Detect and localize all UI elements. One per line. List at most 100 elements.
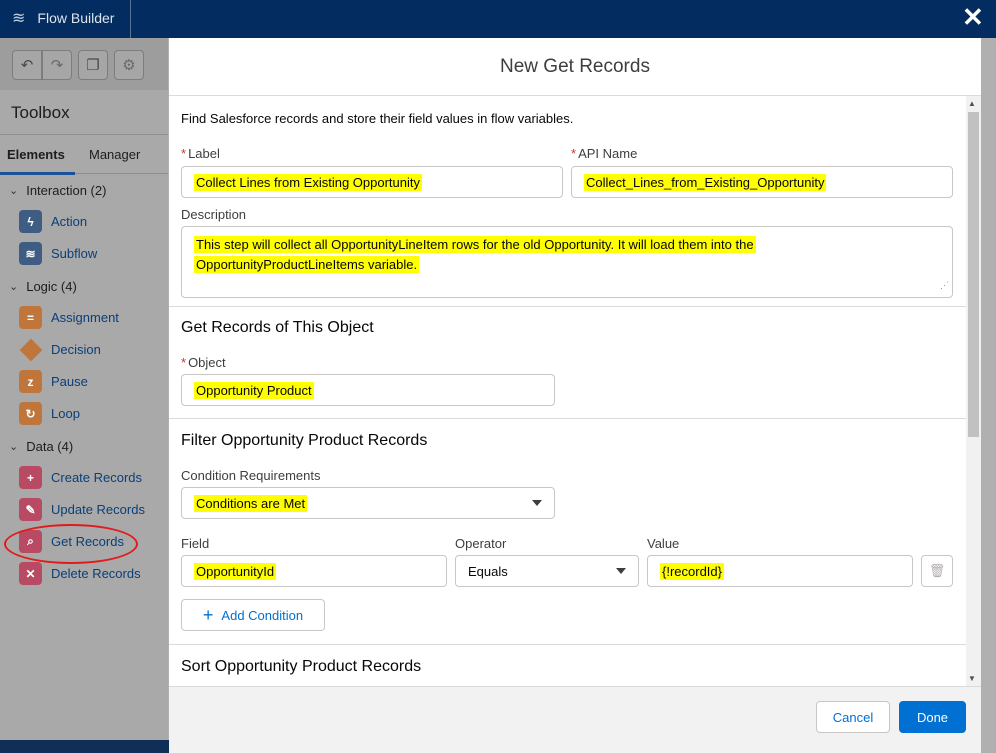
condition-requirements-label: Condition Requirements — [181, 468, 321, 483]
required-marker: * — [181, 355, 187, 370]
undo-button[interactable]: ↶ — [12, 50, 42, 80]
add-condition-button[interactable]: + Add Condition — [181, 599, 325, 631]
chevron-down-icon: ⌄ — [9, 281, 19, 293]
canvas-toolbar: ↶ ↷ ❐ ⚙ — [0, 38, 168, 90]
flow-logo-icon: ≋ — [12, 10, 26, 27]
modal-header: New Get Records — [169, 38, 981, 96]
copy-button[interactable]: ❐ — [78, 50, 108, 80]
scroll-up-icon[interactable]: ▲ — [968, 99, 976, 108]
required-marker: * — [181, 146, 187, 161]
tab-manager[interactable]: Manager — [89, 147, 140, 162]
toolbox-tabs: Elements Manager — [0, 134, 168, 175]
gear-icon: ⚙ — [122, 57, 136, 74]
decision-icon — [19, 338, 42, 361]
section-divider — [169, 644, 966, 645]
condition-requirements-value: Conditions are Met — [194, 494, 308, 512]
delete-condition-button[interactable]: 🗑 — [921, 555, 953, 587]
description-field-label: Description — [181, 207, 247, 222]
redo-button[interactable]: ↷ — [42, 50, 72, 80]
condition-value-input[interactable]: {!recordId} — [647, 555, 913, 587]
done-button[interactable]: Done — [899, 701, 966, 733]
condition-field-value: OpportunityId — [194, 562, 277, 580]
section-divider — [169, 418, 966, 419]
update-records-icon: ✎ — [19, 498, 42, 521]
label-value: Collect Lines from Existing Opportunity — [194, 173, 422, 191]
field-column-label: Field — [181, 536, 210, 551]
add-condition-label: Add Condition — [221, 607, 304, 623]
chevron-down-icon: ⌄ — [9, 185, 19, 197]
toolbox-panel: Toolbox Elements Manager ⌄ Interaction (… — [0, 90, 168, 753]
subflow-icon: ≋ — [19, 242, 42, 265]
modal-footer: Cancel Done — [169, 686, 981, 753]
value-column-label: Value — [647, 536, 680, 551]
copy-icon: ❐ — [86, 57, 100, 74]
element-update-records[interactable]: ✎ Update Records — [19, 498, 145, 521]
element-label: Create Records — [51, 470, 143, 485]
label-field-label: * Label — [181, 146, 220, 161]
group-logic[interactable]: ⌄ Logic (4) — [9, 279, 77, 294]
element-label: Decision — [51, 342, 101, 357]
tab-elements[interactable]: Elements — [7, 147, 65, 162]
undo-icon: ↶ — [20, 57, 34, 74]
scrollbar-thumb[interactable] — [968, 112, 979, 437]
description-textarea[interactable]: This step will collect all OpportunityLi… — [181, 226, 953, 298]
resize-handle-icon[interactable]: ⋰ — [940, 275, 949, 295]
element-subflow[interactable]: ≋ Subflow — [19, 242, 97, 265]
description-line-2: OpportunityProductLineItems variable. — [194, 256, 420, 273]
object-section-title: Get Records of This Object — [181, 319, 374, 336]
element-label: Delete Records — [51, 566, 141, 581]
cancel-button[interactable]: Cancel — [816, 701, 890, 733]
toolbox-title: Toolbox — [11, 103, 70, 122]
section-divider — [169, 306, 966, 307]
trash-icon: 🗑 — [928, 563, 946, 578]
get-records-modal: New Get Records Find Salesforce records … — [169, 38, 981, 753]
element-action[interactable]: ϟ Action — [19, 210, 87, 233]
chevron-down-icon: ⌄ — [9, 441, 19, 453]
filter-section-title: Filter Opportunity Product Records — [181, 432, 428, 449]
group-data[interactable]: ⌄ Data (4) — [9, 439, 73, 454]
condition-requirements-select[interactable]: Conditions are Met — [181, 487, 555, 519]
pause-icon: z — [19, 370, 42, 393]
label-input[interactable]: Collect Lines from Existing Opportunity — [181, 166, 563, 198]
element-assignment[interactable]: = Assignment — [19, 306, 119, 329]
chevron-down-icon — [616, 568, 626, 574]
object-value: Opportunity Product — [194, 381, 314, 399]
api-name-field-label: * API Name — [571, 146, 637, 161]
modal-title: New Get Records — [500, 55, 650, 77]
operator-column-label: Operator — [455, 536, 507, 551]
element-delete-records[interactable]: ✕ Delete Records — [19, 562, 141, 585]
api-name-input[interactable]: Collect_Lines_from_Existing_Opportunity — [571, 166, 953, 198]
group-label: Data (4) — [26, 439, 74, 454]
operator-select[interactable]: Equals — [455, 555, 639, 587]
operator-value: Equals — [468, 563, 508, 579]
modal-body: Find Salesforce records and store their … — [169, 96, 981, 686]
description-line-1: This step will collect all OpportunityLi… — [194, 236, 756, 253]
object-label-text: Object — [188, 355, 226, 370]
chevron-down-icon — [532, 500, 542, 506]
condition-field-input[interactable]: OpportunityId — [181, 555, 447, 587]
loop-icon: ↻ — [19, 402, 42, 425]
sort-section-title: Sort Opportunity Product Records — [181, 658, 422, 675]
element-label: Loop — [51, 406, 80, 421]
group-interaction[interactable]: ⌄ Interaction (2) — [9, 183, 106, 198]
api-name-text: API Name — [578, 146, 638, 161]
modal-intro: Find Salesforce records and store their … — [181, 111, 574, 126]
element-loop[interactable]: ↻ Loop — [19, 402, 80, 425]
redo-icon: ↷ — [50, 57, 64, 74]
element-label: Pause — [51, 374, 88, 389]
label-text: Label — [188, 146, 220, 161]
object-input[interactable]: Opportunity Product — [181, 374, 555, 406]
close-icon[interactable]: ✕ — [962, 2, 984, 33]
settings-button[interactable]: ⚙ — [114, 50, 144, 80]
element-create-records[interactable]: + Create Records — [19, 466, 142, 489]
element-label: Subflow — [51, 246, 98, 261]
active-tab-indicator — [0, 172, 75, 175]
condition-value-value: {!recordId} — [660, 562, 724, 580]
element-pause[interactable]: z Pause — [19, 370, 88, 393]
object-field-label: * Object — [181, 355, 226, 370]
element-label: Assignment — [51, 310, 119, 325]
element-decision[interactable]: Decision — [19, 338, 101, 361]
group-label: Interaction (2) — [26, 183, 107, 198]
lightning-icon: ϟ — [19, 210, 42, 233]
scroll-down-icon[interactable]: ▼ — [968, 674, 976, 683]
